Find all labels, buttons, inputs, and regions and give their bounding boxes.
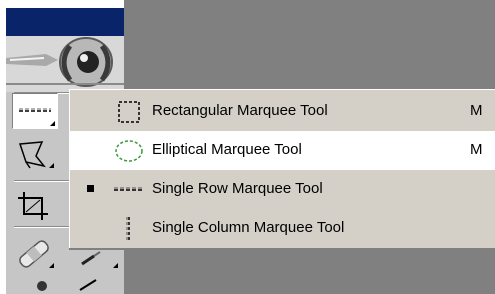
toolbox-title-bar[interactable] <box>6 8 124 36</box>
menu-item-label: Single Row Marquee Tool <box>152 180 323 197</box>
photoshop-screen: Rectangular Marquee Tool M Elliptical Ma… <box>0 0 495 294</box>
elliptical-marquee-icon <box>115 140 143 162</box>
lower-tools-row[interactable] <box>12 276 122 294</box>
tool-flyout-indicator-icon <box>113 263 118 268</box>
tool-flyout-indicator-icon <box>49 263 54 268</box>
stamp-and-pencil-icon <box>37 279 97 291</box>
current-tool-indicator-icon <box>87 185 94 192</box>
single-row-marquee-icon <box>114 187 144 191</box>
single-column-marquee-icon <box>126 217 130 241</box>
menu-item-label: Single Column Marquee Tool <box>152 219 345 236</box>
tool-flyout-indicator-icon <box>49 163 54 168</box>
menu-item-label: Elliptical Marquee Tool <box>152 141 302 158</box>
tool-flyout-indicator-icon <box>50 121 55 126</box>
lasso-tool-button[interactable] <box>12 136 56 170</box>
menu-item-single-column-marquee[interactable]: Single Column Marquee Tool <box>70 209 495 248</box>
eye-logo-icon <box>6 36 124 92</box>
photoshop-eye-logo[interactable] <box>6 36 124 92</box>
menu-item-shortcut: M <box>470 102 483 119</box>
crop-icon <box>18 192 48 220</box>
menu-item-elliptical-marquee[interactable]: Elliptical Marquee Tool M <box>70 131 495 170</box>
marquee-tool-button[interactable] <box>12 93 58 129</box>
menu-item-label: Rectangular Marquee Tool <box>152 102 328 119</box>
menu-item-single-row-marquee[interactable]: Single Row Marquee Tool <box>70 170 495 209</box>
marquee-tool-flyout-menu: Rectangular Marquee Tool M Elliptical Ma… <box>69 89 495 248</box>
rectangular-marquee-icon <box>118 101 140 123</box>
menu-item-shortcut: M <box>470 141 483 158</box>
healing-brush-tool-button[interactable] <box>12 236 56 270</box>
menu-item-rectangular-marquee[interactable]: Rectangular Marquee Tool M <box>70 92 495 131</box>
crop-tool-button[interactable] <box>12 188 56 222</box>
